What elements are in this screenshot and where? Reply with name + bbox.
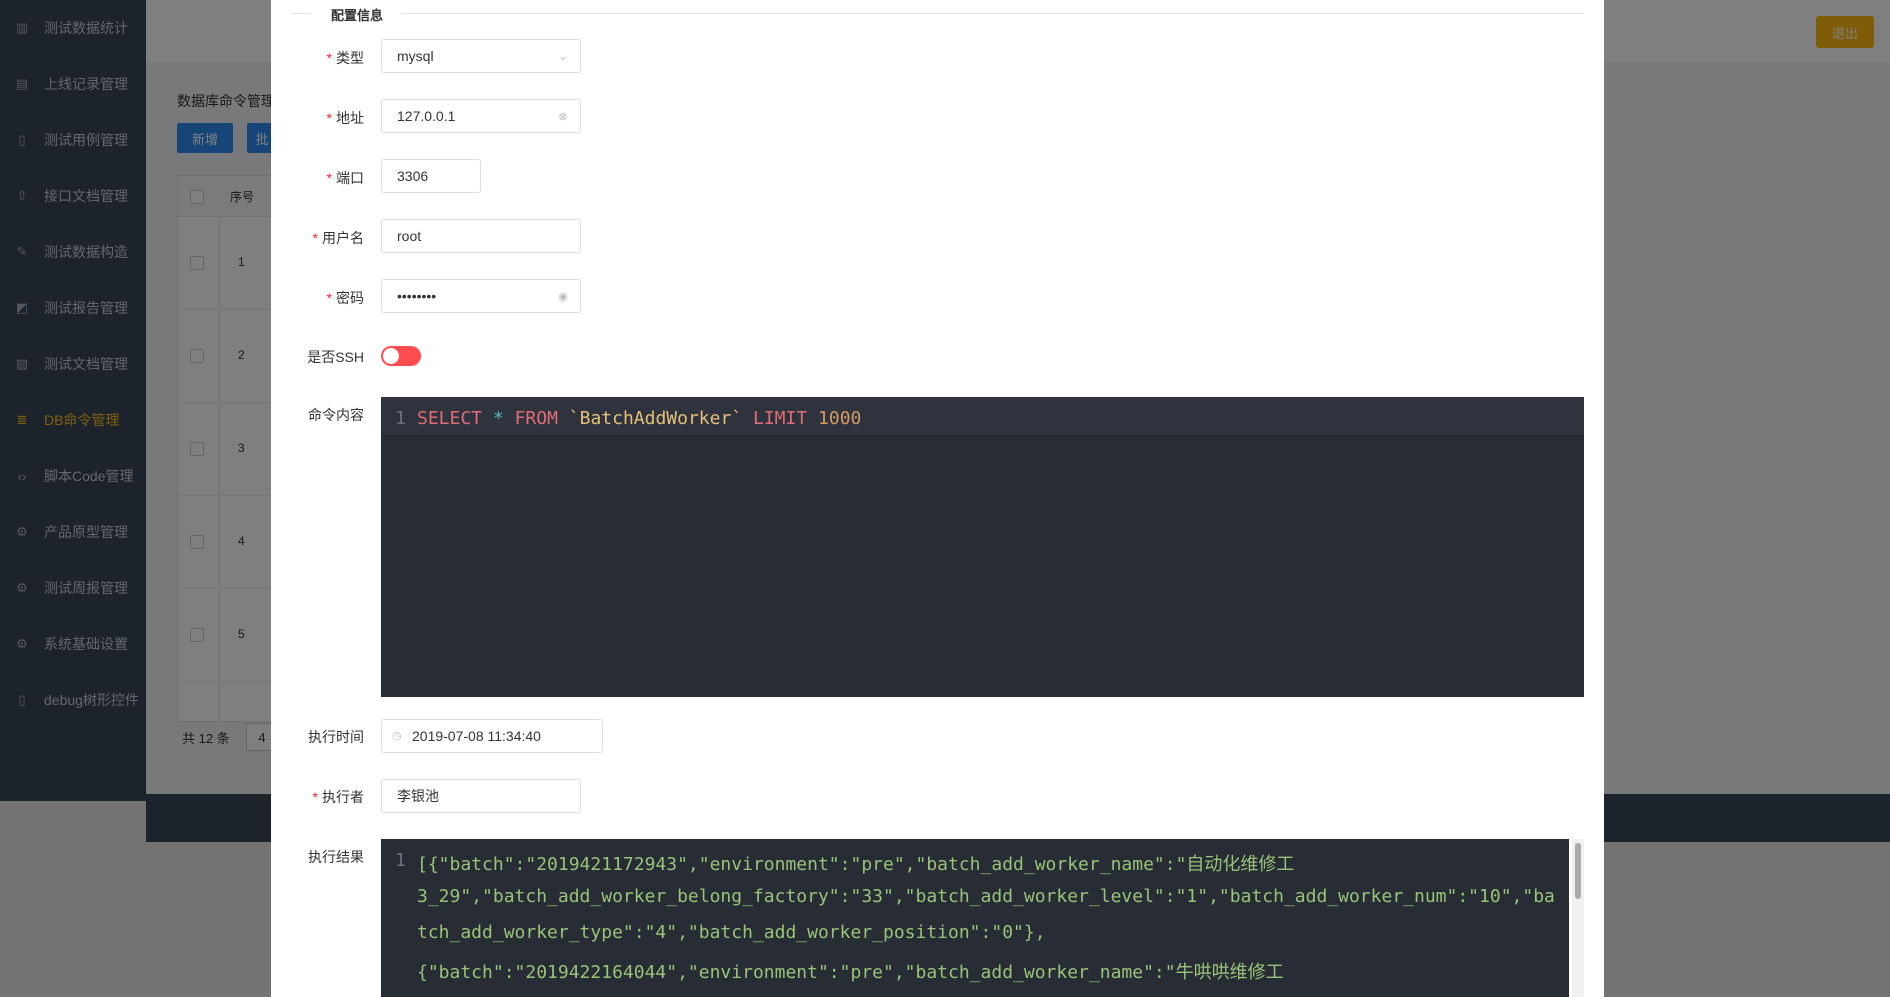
- type-select[interactable]: mysql ⌄: [381, 39, 581, 73]
- port-label: * 端口: [326, 170, 364, 186]
- result-line: [{"batch":"2019421172943","environment":…: [417, 854, 1295, 875]
- exec-time-picker[interactable]: ◷ 2019-07-08 11:34:40: [381, 719, 603, 753]
- command-editor[interactable]: 1 SELECT * FROM `BatchAddWorker` LIMIT 1…: [381, 397, 1584, 697]
- db-command-dialog: 配置信息 * 类型 mysql ⌄ * 地址 127.0.0.1 ⊗ * 端口 330…: [271, 0, 1604, 997]
- ssh-toggle[interactable]: [381, 346, 421, 366]
- host-label: * 地址: [326, 110, 364, 126]
- port-value: 3306: [397, 168, 429, 184]
- result-line: {"batch":"2019422164044","environment":"…: [417, 962, 1284, 983]
- result-label: 执行结果: [308, 849, 364, 865]
- exec-time-label: 执行时间: [308, 729, 364, 745]
- exec-time-value: 2019-07-08 11:34:40: [412, 728, 541, 744]
- result-line: 3_29","batch_add_worker_belong_factory":…: [417, 886, 1555, 907]
- executor-value: 李银池: [397, 788, 439, 804]
- line-number: 1: [395, 850, 406, 871]
- password-label: * 密码: [326, 290, 364, 306]
- toggle-knob: [383, 348, 399, 364]
- result-scrollbar[interactable]: [1572, 839, 1584, 997]
- command-label: 命令内容: [308, 407, 364, 423]
- code-line: SELECT * FROM `BatchAddWorker` LIMIT 100…: [417, 408, 862, 429]
- username-label: * 用户名: [312, 230, 364, 246]
- result-line: tch_add_worker_type":"4","batch_add_work…: [417, 922, 1046, 943]
- executor-input[interactable]: 李银池: [381, 779, 581, 813]
- section-divider: [401, 13, 1584, 14]
- type-label: * 类型: [326, 50, 364, 66]
- username-value: root: [397, 228, 422, 244]
- clear-icon[interactable]: ⊗: [556, 109, 570, 123]
- eye-icon[interactable]: ◉: [556, 289, 570, 303]
- line-number: 1: [395, 408, 406, 429]
- type-value: mysql: [397, 48, 434, 64]
- password-value: ••••••••: [397, 288, 437, 304]
- executor-label: * 执行者: [312, 789, 364, 805]
- chevron-down-icon: ⌄: [558, 50, 568, 63]
- port-input[interactable]: 3306: [381, 159, 481, 193]
- scrollbar-thumb[interactable]: [1575, 843, 1581, 899]
- host-value: 127.0.0.1: [397, 108, 456, 124]
- host-input[interactable]: 127.0.0.1 ⊗: [381, 99, 581, 133]
- result-editor[interactable]: 1 [{"batch":"2019421172943","environment…: [381, 839, 1569, 997]
- username-input[interactable]: root: [381, 219, 581, 253]
- section-title: 配置信息: [331, 8, 384, 23]
- ssh-label: 是否SSH: [307, 349, 364, 365]
- section-divider: [291, 13, 311, 14]
- password-input[interactable]: •••••••• ◉: [381, 279, 581, 313]
- clock-icon: ◷: [392, 730, 402, 742]
